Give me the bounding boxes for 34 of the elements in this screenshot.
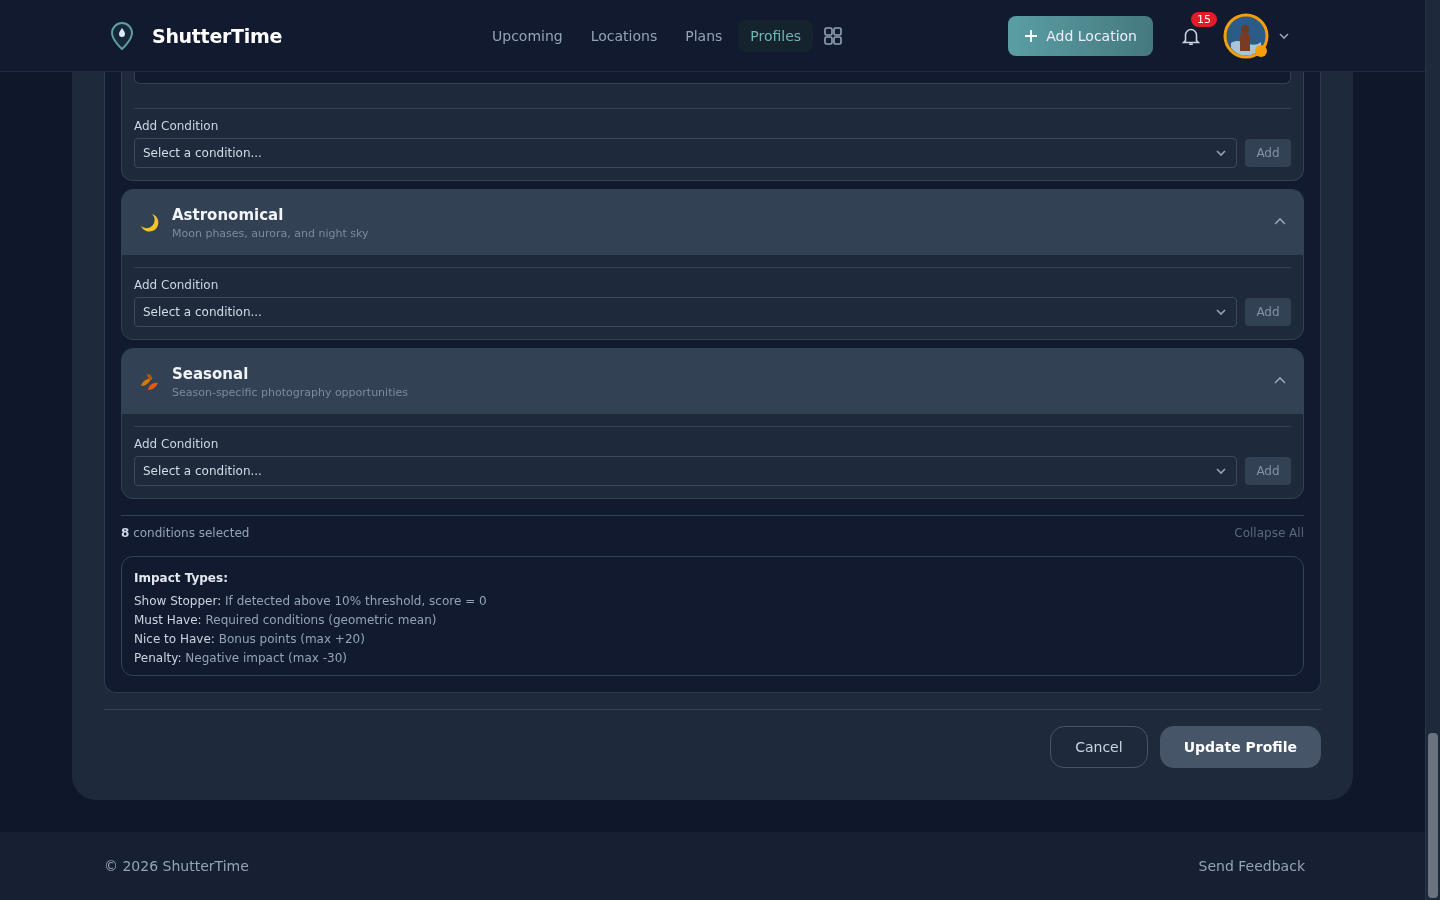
send-feedback-link[interactable]: Send Feedback xyxy=(1198,858,1305,874)
add-location-button[interactable]: Add Location xyxy=(1008,15,1153,56)
cancel-button[interactable]: Cancel xyxy=(1050,726,1148,768)
copyright-text: © 2026 ShutterTime xyxy=(104,858,249,874)
nav-tab[interactable]: Locations xyxy=(578,19,670,52)
category-subtitle: Season-specific photography opportunities xyxy=(172,385,409,399)
notification-badge: 15 xyxy=(1191,11,1217,27)
field-label: Add Condition xyxy=(134,437,220,451)
category-title: Astronomical xyxy=(172,205,285,224)
plus-icon xyxy=(1024,28,1039,43)
brand-name[interactable]: ShutterTime xyxy=(152,24,282,47)
legend-line: Nice to Have: Bonus points (max +20) xyxy=(134,632,366,646)
field-label: Add Condition xyxy=(134,278,220,292)
nav-tab[interactable]: Plans xyxy=(673,19,735,52)
condition-select[interactable]: Select a condition... xyxy=(134,297,1237,327)
category-subtitle: Moon phases, aurora, and night sky xyxy=(172,226,370,240)
condition-select[interactable]: Select a condition... xyxy=(134,456,1237,486)
legend-line: Show Stopper: If detected above 10% threshold, score = 0 xyxy=(134,594,488,608)
legend-line: Penalty: Negative impact (max -30) xyxy=(134,651,348,665)
legend-line: Must Have: Required conditions (geometric mean) xyxy=(134,613,438,627)
nav-tab[interactable]: Upcoming xyxy=(480,19,575,52)
category-header[interactable]: Astronomical Moon phases, aurora, and night sky xyxy=(122,190,1303,255)
grid-icon[interactable] xyxy=(823,25,844,46)
category-header[interactable]: Seasonal Season-specific photography opportunities xyxy=(122,349,1303,414)
selection-count: 8 conditions selected xyxy=(121,526,250,540)
avatar-icon[interactable] xyxy=(1223,12,1269,59)
nav-tab[interactable]: Profiles xyxy=(738,19,814,52)
scrollbar[interactable] xyxy=(1425,0,1440,900)
condition-select[interactable]: Select a condition... xyxy=(134,138,1237,168)
update-profile-button[interactable]: Update Profile xyxy=(1159,726,1321,768)
location-pin-icon[interactable] xyxy=(108,20,136,51)
field-label: Add Condition xyxy=(134,119,220,133)
category-title: Seasonal xyxy=(172,364,250,383)
legend-title: Impact Types: xyxy=(134,571,229,585)
